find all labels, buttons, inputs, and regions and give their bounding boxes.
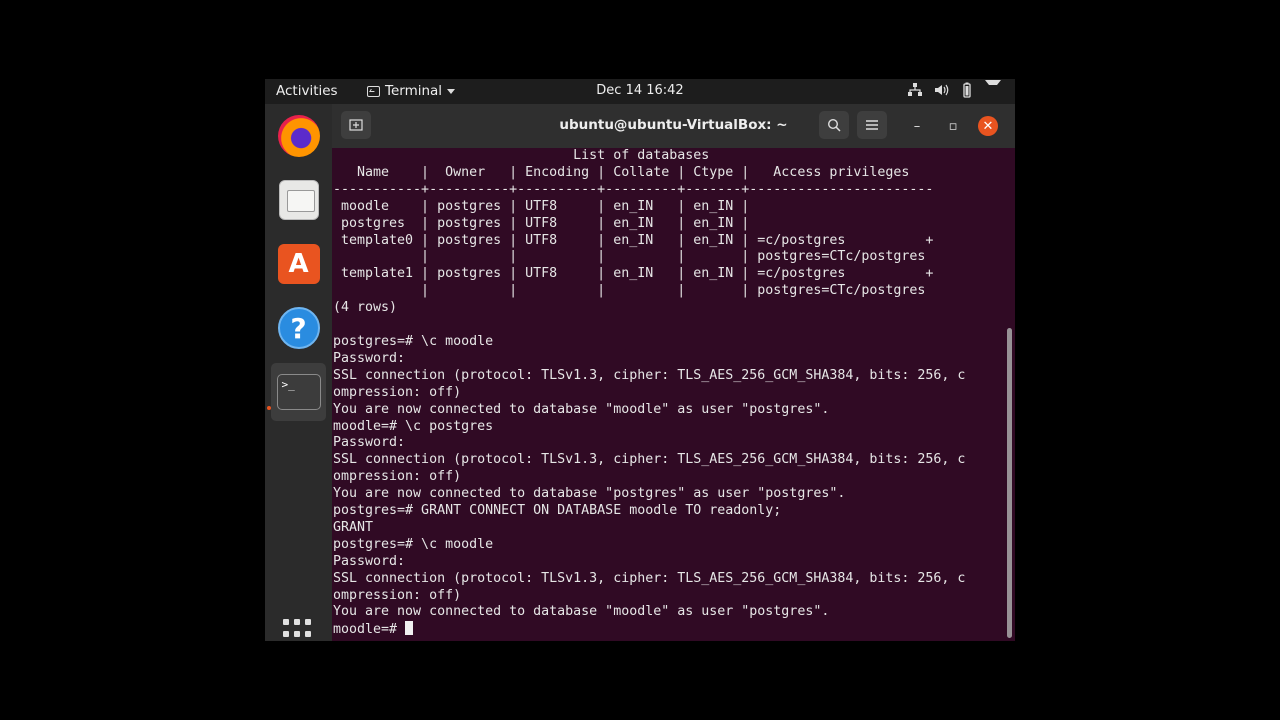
terminal-line: | | | | | postgres=CTc/postgres <box>333 283 926 299</box>
terminal-line: You are now connected to database "moodl… <box>333 401 830 417</box>
terminal-line: Name | Owner | Encoding | Collate | Ctyp… <box>333 164 910 180</box>
terminal-line: Password: <box>333 435 406 451</box>
system-menu-caret-icon <box>985 79 1001 98</box>
dock-item-help[interactable]: ? <box>271 299 326 357</box>
terminal-line: postgres=# GRANT CONNECT ON DATABASE moo… <box>333 503 782 519</box>
terminal-line: You are now connected to database "moodl… <box>333 604 830 620</box>
terminal-window: ubuntu@ubuntu-VirtualBox: ~ – ▫ ✕ List o… <box>332 104 1015 641</box>
hamburger-icon <box>866 120 878 130</box>
battery-icon <box>959 82 975 98</box>
show-applications-icon[interactable] <box>283 619 315 641</box>
terminal-line: -----------+----------+----------+------… <box>333 181 934 197</box>
dock: A ? >_ <box>265 104 332 641</box>
software-icon: A <box>277 244 320 284</box>
dock-item-firefox[interactable] <box>271 107 326 165</box>
menu-button[interactable] <box>857 111 887 139</box>
dock-item-files[interactable] <box>271 171 326 229</box>
dock-item-software[interactable]: A <box>271 235 326 293</box>
software-icon-glyph: A <box>288 249 309 279</box>
close-button[interactable]: ✕ <box>978 116 998 136</box>
help-icon: ? <box>277 307 320 349</box>
help-icon-glyph: ? <box>290 311 307 345</box>
terminal-line: (4 rows) <box>333 300 398 316</box>
terminal-text: List of databases Name | Owner | Encodin… <box>333 148 965 639</box>
terminal-line: Password: <box>333 553 406 569</box>
terminal-line: | | | | | postgres=CTc/postgres <box>333 249 926 265</box>
scrollbar[interactable] <box>1007 328 1012 638</box>
search-button[interactable] <box>819 111 849 139</box>
terminal-icon-glyph: >_ <box>281 378 295 391</box>
dock-item-terminal[interactable]: >_ <box>271 363 326 421</box>
search-icon <box>827 118 841 132</box>
terminal-line: moodle=# \c postgres <box>333 418 494 434</box>
terminal-output[interactable]: List of databases Name | Owner | Encodin… <box>332 148 1015 641</box>
minimize-button[interactable]: – <box>907 116 927 136</box>
terminal-line: Password: <box>333 350 406 366</box>
terminal-line: SSL connection (protocol: TLSv1.3, ciphe… <box>333 570 966 586</box>
terminal-line: GRANT <box>333 519 374 535</box>
volume-icon <box>933 82 949 98</box>
maximize-button[interactable]: ▫ <box>943 116 963 136</box>
terminal-line: SSL connection (protocol: TLSv1.3, ciphe… <box>333 367 966 383</box>
desktop-screen: Activities Terminal Dec 14 16:42 A ? >_ … <box>265 79 1015 641</box>
top-bar: Activities Terminal Dec 14 16:42 <box>265 79 1015 104</box>
terminal-line: SSL connection (protocol: TLSv1.3, ciphe… <box>333 452 966 468</box>
terminal-line: You are now connected to database "postg… <box>333 486 846 502</box>
terminal-line: postgres=# \c moodle <box>333 333 494 349</box>
terminal-line: ompression: off) <box>333 384 462 400</box>
terminal-line: ompression: off) <box>333 587 462 603</box>
network-icon <box>907 82 923 98</box>
terminal-line: ompression: off) <box>333 469 462 485</box>
terminal-icon: >_ <box>276 374 321 410</box>
title-bar[interactable]: ubuntu@ubuntu-VirtualBox: ~ – ▫ ✕ <box>332 104 1015 148</box>
system-tray[interactable] <box>907 79 1001 98</box>
terminal-line: List of databases <box>333 148 710 163</box>
terminal-cursor[interactable] <box>405 621 414 636</box>
clock[interactable]: Dec 14 16:42 <box>265 83 1015 98</box>
terminal-prompt: moodle=# <box>333 622 406 638</box>
terminal-line: moodle | postgres | UTF8 | en_IN | en_IN… <box>333 198 750 214</box>
files-icon <box>278 180 319 220</box>
terminal-line: template0 | postgres | UTF8 | en_IN | en… <box>333 232 934 248</box>
terminal-line: postgres | postgres | UTF8 | en_IN | en_… <box>333 215 750 231</box>
terminal-line: template1 | postgres | UTF8 | en_IN | en… <box>333 266 934 282</box>
firefox-icon <box>277 115 320 157</box>
running-indicator <box>267 406 271 410</box>
terminal-line: postgres=# \c moodle <box>333 536 494 552</box>
